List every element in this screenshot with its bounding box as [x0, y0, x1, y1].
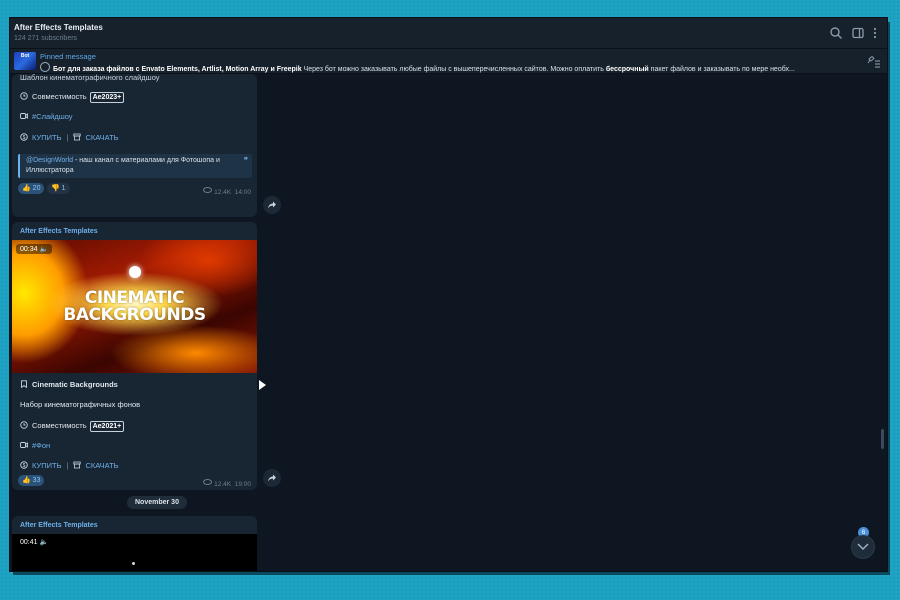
share-icon	[268, 474, 276, 482]
video-duration: 00:34 🔈	[16, 244, 53, 254]
buy-download-line: $ КУПИТЬ | СКАЧАТЬ	[20, 461, 119, 470]
clock-icon	[20, 92, 28, 100]
bot-icon	[40, 62, 50, 72]
compatibility-line: Совместимость Ae2023+	[20, 92, 125, 103]
search-icon[interactable]	[829, 26, 843, 40]
dollar-icon: $	[20, 461, 28, 469]
telegram-window: After Effects Templates 124 271 subscrib…	[10, 18, 887, 571]
archive-icon	[73, 461, 82, 469]
buy-link[interactable]: КУПИТЬ	[32, 133, 62, 142]
download-link[interactable]: СКАЧАТЬ	[85, 461, 118, 470]
message-bubble[interactable]: After Effects Templates 00:34 🔈 CINEMATI…	[12, 222, 257, 490]
share-button[interactable]	[263, 196, 281, 214]
buy-link[interactable]: КУПИТЬ	[32, 461, 62, 470]
video-icon	[20, 113, 28, 119]
hashtag-line: #Слайдшоу	[20, 112, 73, 121]
post-description: Набор кинематографичных фонов	[20, 400, 141, 409]
scroll-to-bottom-button[interactable]	[851, 535, 875, 559]
archive-icon	[73, 133, 82, 141]
video-preview[interactable]: 00:34 🔈 CINEMATIC BACKGROUNDS	[12, 240, 257, 373]
svg-text:$: $	[23, 135, 26, 141]
message-list[interactable]: Шаблон кинематографичного слайдшоу Совме…	[10, 74, 887, 571]
chevron-down-icon	[857, 543, 869, 551]
subscriber-count: 124 271 subscribers	[14, 35, 78, 42]
pinned-list-icon[interactable]	[867, 55, 881, 68]
message-meta: 12.4K 14:00	[203, 187, 251, 196]
video-icon	[20, 442, 28, 448]
quote-text: @DesignWorld - наш канал с материалами д…	[26, 157, 220, 174]
reaction-thumbs-down[interactable]: 👎 1	[47, 183, 70, 194]
channel-title[interactable]: After Effects Templates	[14, 23, 103, 32]
video-preview[interactable]: 00:41 🔈	[12, 534, 257, 571]
clock-icon	[20, 421, 28, 429]
pinned-thumbnail: Bot	[14, 52, 36, 70]
pinned-message-bar[interactable]: Bot Pinned message Бот для заказа файлов…	[10, 49, 887, 74]
message-bubble[interactable]: Шаблон кинематографичного слайдшоу Совме…	[12, 74, 257, 217]
message-bubble[interactable]: After Effects Templates 00:41 🔈	[12, 516, 257, 571]
version-badge: Ae2023+	[89, 92, 125, 103]
more-menu-icon[interactable]	[868, 26, 882, 40]
media-title-line2: BACKGROUNDS	[63, 305, 206, 325]
dollar-icon: $	[20, 133, 28, 141]
post-title: Шаблон кинематографичного слайдшоу	[20, 74, 160, 82]
download-link[interactable]: СКАЧАТЬ	[85, 133, 118, 142]
pinned-text: Бот для заказа файлов с Envato Elements,…	[40, 62, 858, 73]
compatibility-line: Совместимость Ae2021+	[20, 421, 125, 432]
hashtag-link[interactable]: #Слайдшоу	[32, 112, 73, 121]
message-meta: 12.4K 19:00	[203, 479, 251, 488]
svg-text:$: $	[23, 463, 26, 469]
loading-dot	[132, 562, 135, 565]
designworld-link[interactable]: @DesignWorld	[26, 157, 73, 164]
quote-icon: ❞	[243, 156, 248, 165]
pinned-label: Pinned message	[40, 52, 96, 61]
post-title: Cinematic Backgrounds	[20, 380, 118, 389]
message-author[interactable]: After Effects Templates	[20, 228, 98, 235]
video-duration: 00:41 🔈	[20, 539, 49, 546]
quote-block: @DesignWorld - наш канал с материалами д…	[18, 154, 252, 178]
sidebar-toggle-icon[interactable]	[851, 26, 865, 40]
hashtag-link[interactable]: #Фон	[32, 441, 50, 450]
scrollbar[interactable]	[881, 429, 884, 449]
hashtag-line: #Фон	[20, 441, 50, 450]
reaction-thumbs-up[interactable]: 👍 20	[18, 183, 45, 194]
views-icon	[203, 479, 213, 485]
sun-glow	[129, 266, 141, 278]
reaction-thumbs-up[interactable]: 👍 33	[18, 475, 45, 486]
views-icon	[203, 187, 213, 193]
share-button[interactable]	[263, 469, 281, 487]
date-separator: November 30	[127, 496, 187, 509]
message-author[interactable]: After Effects Templates	[20, 522, 98, 529]
version-badge: Ae2021+	[89, 421, 125, 432]
mouse-cursor	[259, 380, 266, 390]
buy-download-line: $ КУПИТЬ | СКАЧАТЬ	[20, 133, 119, 142]
share-icon	[268, 201, 276, 209]
chat-header[interactable]: After Effects Templates 124 271 subscrib…	[10, 18, 887, 49]
bookmark-icon	[21, 380, 27, 388]
